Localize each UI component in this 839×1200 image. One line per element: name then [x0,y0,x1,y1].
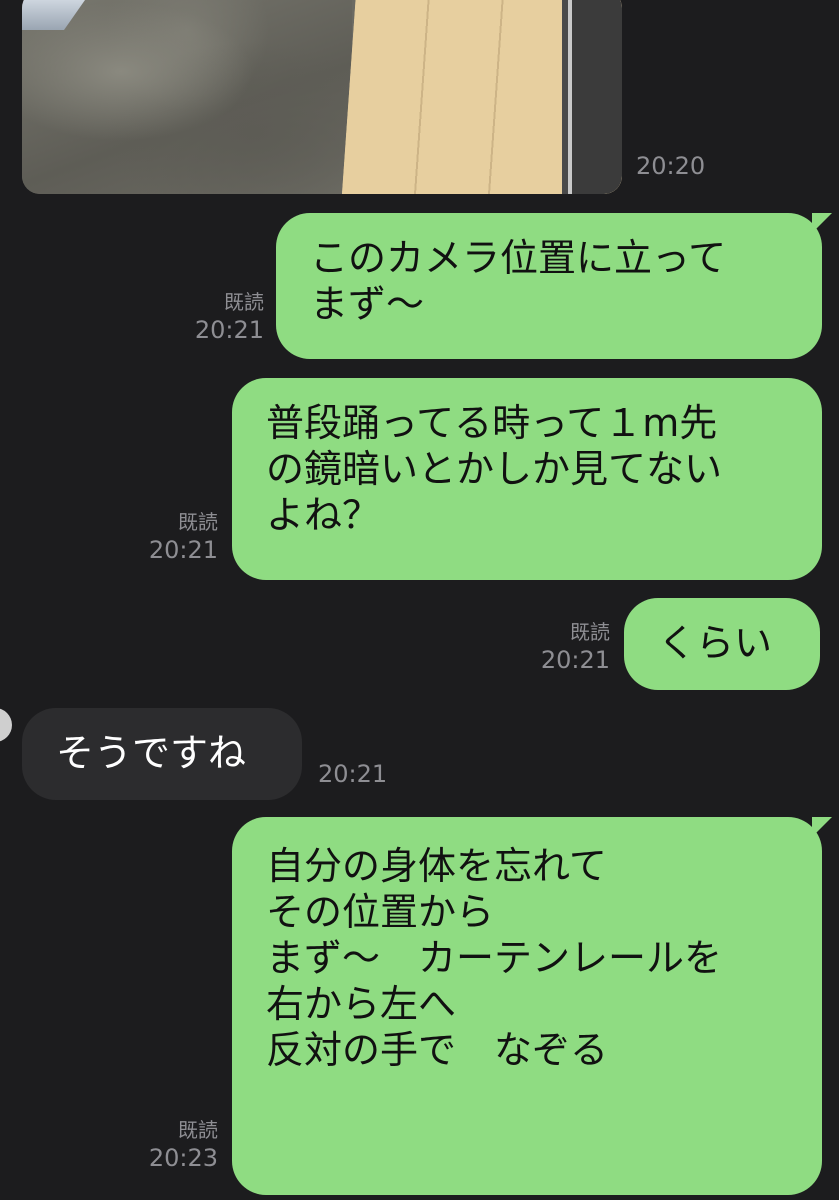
message-time: 20:21 [194,316,264,344]
read-label: 既読 [570,620,610,644]
read-label: 既読 [178,1118,218,1142]
read-label: 既読 [224,290,264,314]
photo-wall [562,0,622,194]
read-receipt: 既読 20:23 [140,1118,218,1174]
read-receipt: 既読 20:21 [532,620,610,676]
read-receipt: 既読 20:21 [140,510,218,566]
bubble-tail [812,213,832,233]
bubble-tail [812,817,832,837]
photo-carpet [22,0,352,194]
message-time: 20:20 [636,152,706,180]
message-time: 20:21 [148,536,218,564]
outgoing-message[interactable]: くらい [624,598,820,690]
outgoing-message[interactable]: 自分の身体を忘れて その位置から まず〜 カーテンレールを 右から左へ 反対の手… [232,817,822,1195]
outgoing-message[interactable]: このカメラ位置に立って まず〜 [276,213,822,359]
avatar[interactable] [0,708,12,742]
message-time: 20:21 [540,646,610,674]
read-receipt: 既読 20:21 [186,290,264,346]
photo-message[interactable] [22,0,622,194]
incoming-message[interactable]: そうですね [22,708,302,800]
outgoing-message[interactable]: 普段踊ってる時って１m先 の鏡暗いとかしか見てない よね？ [232,378,822,580]
message-time: 20:23 [148,1144,218,1172]
read-label: 既読 [178,510,218,534]
message-time: 20:21 [318,760,388,788]
